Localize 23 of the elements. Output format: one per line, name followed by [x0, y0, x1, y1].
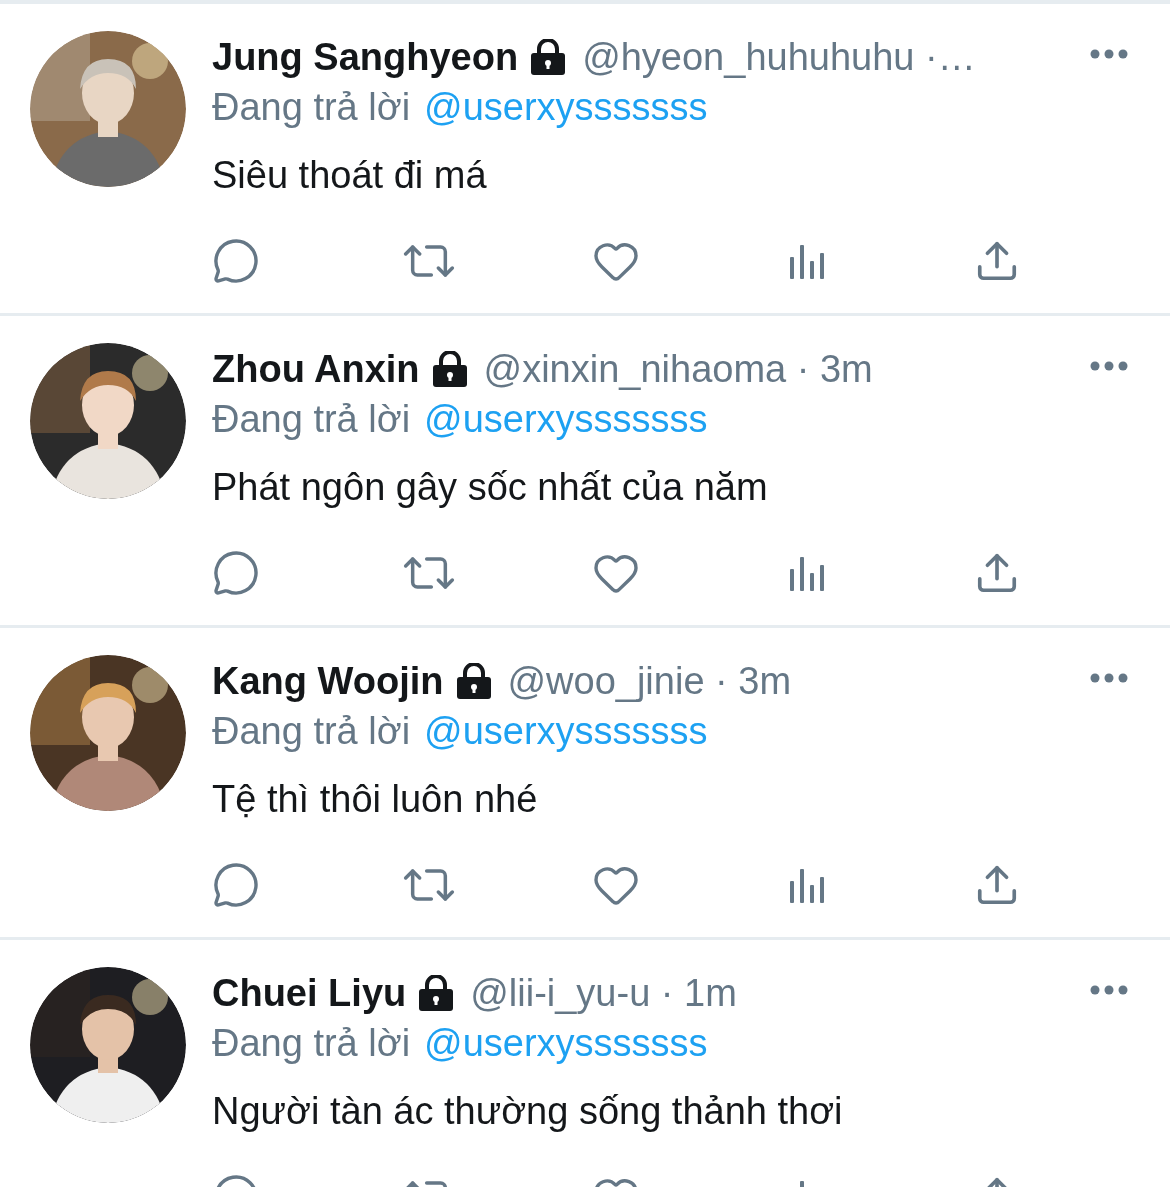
- tweet-text: Người tàn ác thường sống thảnh thơi: [212, 1089, 844, 1134]
- handle-and-time: @lii-i_yu-u · 1m: [470, 971, 737, 1016]
- handle-and-time: @woo_jinie · 3m: [507, 659, 792, 704]
- display-name[interactable]: Zhou Anxin: [212, 343, 420, 395]
- tweet-text: Phát ngôn gây sốc nhất của năm: [212, 465, 769, 510]
- reply-label: Đang trả lời: [212, 709, 411, 754]
- reply-label: Đang trả lời: [212, 85, 411, 130]
- reply-icon[interactable]: [212, 861, 260, 909]
- more-icon[interactable]: [1090, 673, 1128, 683]
- display-name[interactable]: Jung Sanghyeon: [212, 31, 519, 83]
- reply-label: Đang trả lời: [212, 1021, 411, 1066]
- handle-and-time: @hyeon_huhuhuhu ·…: [582, 35, 976, 80]
- tweet-text: Tệ thì thôi luôn nhé: [212, 777, 539, 822]
- display-name[interactable]: Kang Woojin: [212, 655, 444, 707]
- more-icon[interactable]: [1090, 985, 1128, 995]
- more-icon[interactable]: [1090, 361, 1128, 371]
- tweet-text: Siêu thoát đi má: [212, 153, 488, 198]
- reply-label: Đang trả lời: [212, 397, 411, 442]
- more-icon[interactable]: [1090, 49, 1128, 59]
- display-name[interactable]: Chuei Liyu: [212, 967, 407, 1019]
- reply-icon[interactable]: [212, 237, 260, 285]
- handle-and-time: @xinxin_nihaoma · 3m: [483, 347, 873, 392]
- reply-icon[interactable]: [212, 549, 260, 597]
